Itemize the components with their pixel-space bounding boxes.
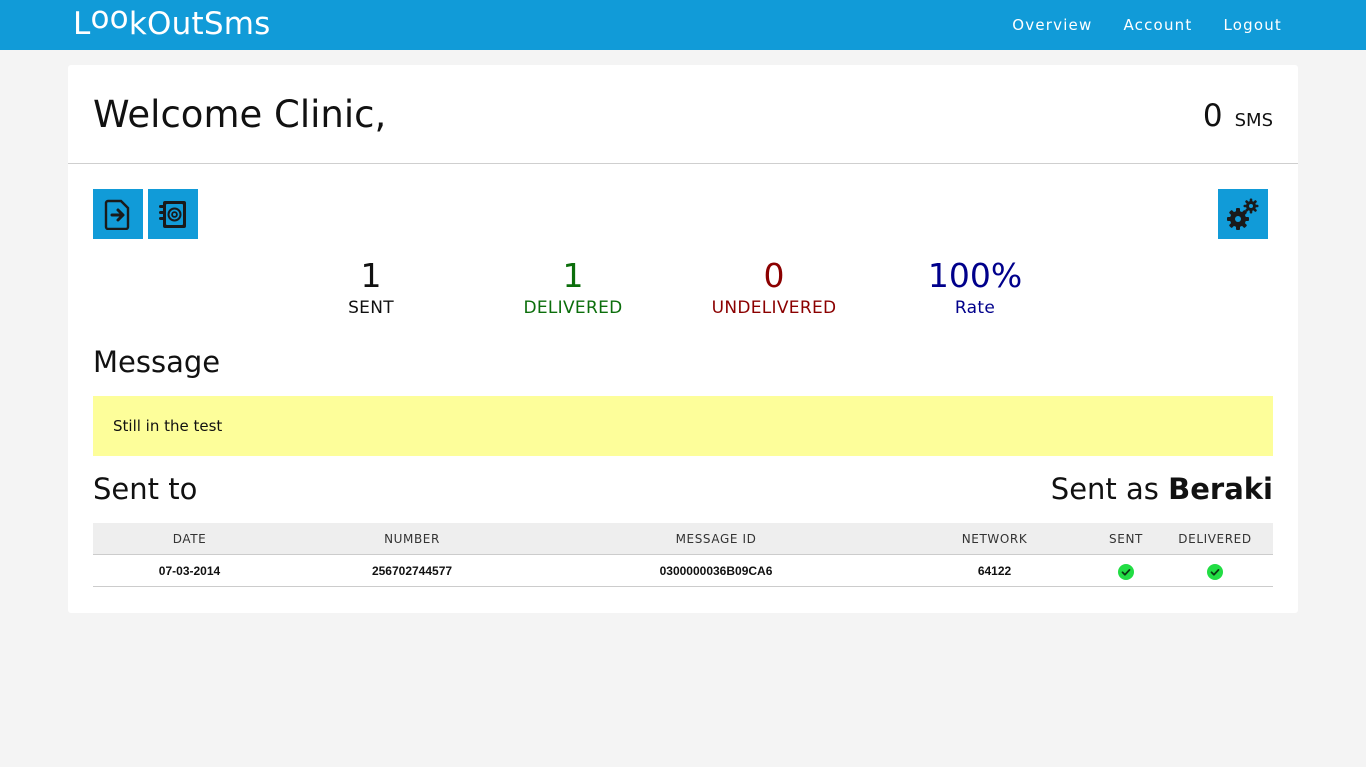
brand-logo[interactable]: LookOutSms: [73, 0, 271, 44]
stat-rate-value: 100%: [927, 256, 1023, 295]
settings-button[interactable]: [1218, 189, 1268, 239]
stat-delivered-value: 1: [562, 256, 584, 295]
brand-letter: t: [191, 6, 204, 42]
stat-delivered-label: DELIVERED: [523, 298, 623, 318]
brand-letter: S: [203, 6, 224, 42]
sender-name: Beraki: [1168, 472, 1273, 506]
nav-logout-link[interactable]: Logout: [1223, 16, 1282, 34]
file-export-icon: [104, 199, 130, 230]
sms-balance: 0 SMS: [1203, 98, 1273, 134]
check-icon: [1118, 564, 1134, 580]
stat-rate: 100% Rate: [885, 259, 1065, 323]
stat-delivered: 1 DELIVERED: [483, 259, 663, 323]
column-header-number: NUMBER: [384, 531, 440, 546]
welcome-title: Welcome Clinic,: [93, 93, 387, 136]
brand-letter: k: [128, 6, 147, 42]
cell-delivered: [1157, 561, 1273, 580]
stat-rate-label: Rate: [954, 298, 996, 318]
nav-account-link[interactable]: Account: [1123, 16, 1192, 34]
cell-message-id: 0300000036B09CA6: [659, 563, 773, 578]
stat-undelivered-value: 0: [763, 256, 785, 295]
stat-sent: 1 SENT: [281, 259, 461, 323]
column-header-date: DATE: [172, 531, 207, 546]
table-header: DATE NUMBER MESSAGE ID NETWORK SENT DELI…: [93, 523, 1273, 555]
stat-undelivered: 0 UNDELIVERED: [684, 259, 864, 323]
main-panel: Welcome Clinic, 0 SMS 1 SENT 1 DELIVERED…: [68, 65, 1298, 613]
brand-letter: u: [171, 6, 192, 42]
column-header-message-id: MESSAGE ID: [675, 531, 757, 546]
brand-letter: s: [254, 6, 271, 42]
message-heading: Message: [93, 345, 221, 379]
top-navbar: LookOutSms Overview Account Logout: [0, 0, 1366, 50]
sent-as-heading: Sent as Beraki: [1051, 472, 1273, 506]
brand-letter: m: [223, 6, 255, 42]
column-header-sent: SENT: [1109, 531, 1143, 546]
recipients-table: DATE NUMBER MESSAGE ID NETWORK SENT DELI…: [93, 523, 1273, 587]
contacts-button[interactable]: [148, 189, 198, 239]
column-header-delivered: DELIVERED: [1178, 531, 1252, 546]
stat-sent-value: 1: [360, 256, 382, 295]
cell-date: 07-03-2014: [158, 563, 221, 578]
send-message-button[interactable]: [93, 189, 143, 239]
sent-to-heading: Sent to: [93, 472, 198, 506]
message-text: Still in the test: [113, 417, 223, 435]
cell-sent: [1095, 561, 1157, 580]
address-book-icon: [159, 201, 186, 228]
gears-icon: [1227, 198, 1259, 230]
brand-letter: o: [90, 0, 110, 36]
column-header-network: NETWORK: [961, 531, 1028, 546]
cell-network: 64122: [977, 563, 1012, 578]
brand-letter: o: [109, 0, 129, 36]
stat-sent-label: SENT: [348, 298, 394, 318]
sms-balance-value: 0: [1202, 98, 1223, 134]
message-body: Still in the test: [93, 396, 1273, 456]
brand-letter: O: [146, 6, 172, 42]
stat-undelivered-label: UNDELIVERED: [711, 298, 837, 318]
brand-letter: L: [73, 6, 91, 42]
nav-overview-link[interactable]: Overview: [1012, 16, 1092, 34]
check-icon: [1207, 564, 1223, 580]
table-row: 07-03-2014 256702744577 0300000036B09CA6…: [93, 555, 1273, 587]
sms-balance-unit: SMS: [1234, 110, 1273, 131]
sent-as-prefix: Sent as: [1050, 472, 1159, 506]
nav-menu: Overview Account Logout: [981, 0, 1282, 50]
cell-number: 256702744577: [371, 563, 453, 578]
header-divider: [68, 163, 1298, 164]
